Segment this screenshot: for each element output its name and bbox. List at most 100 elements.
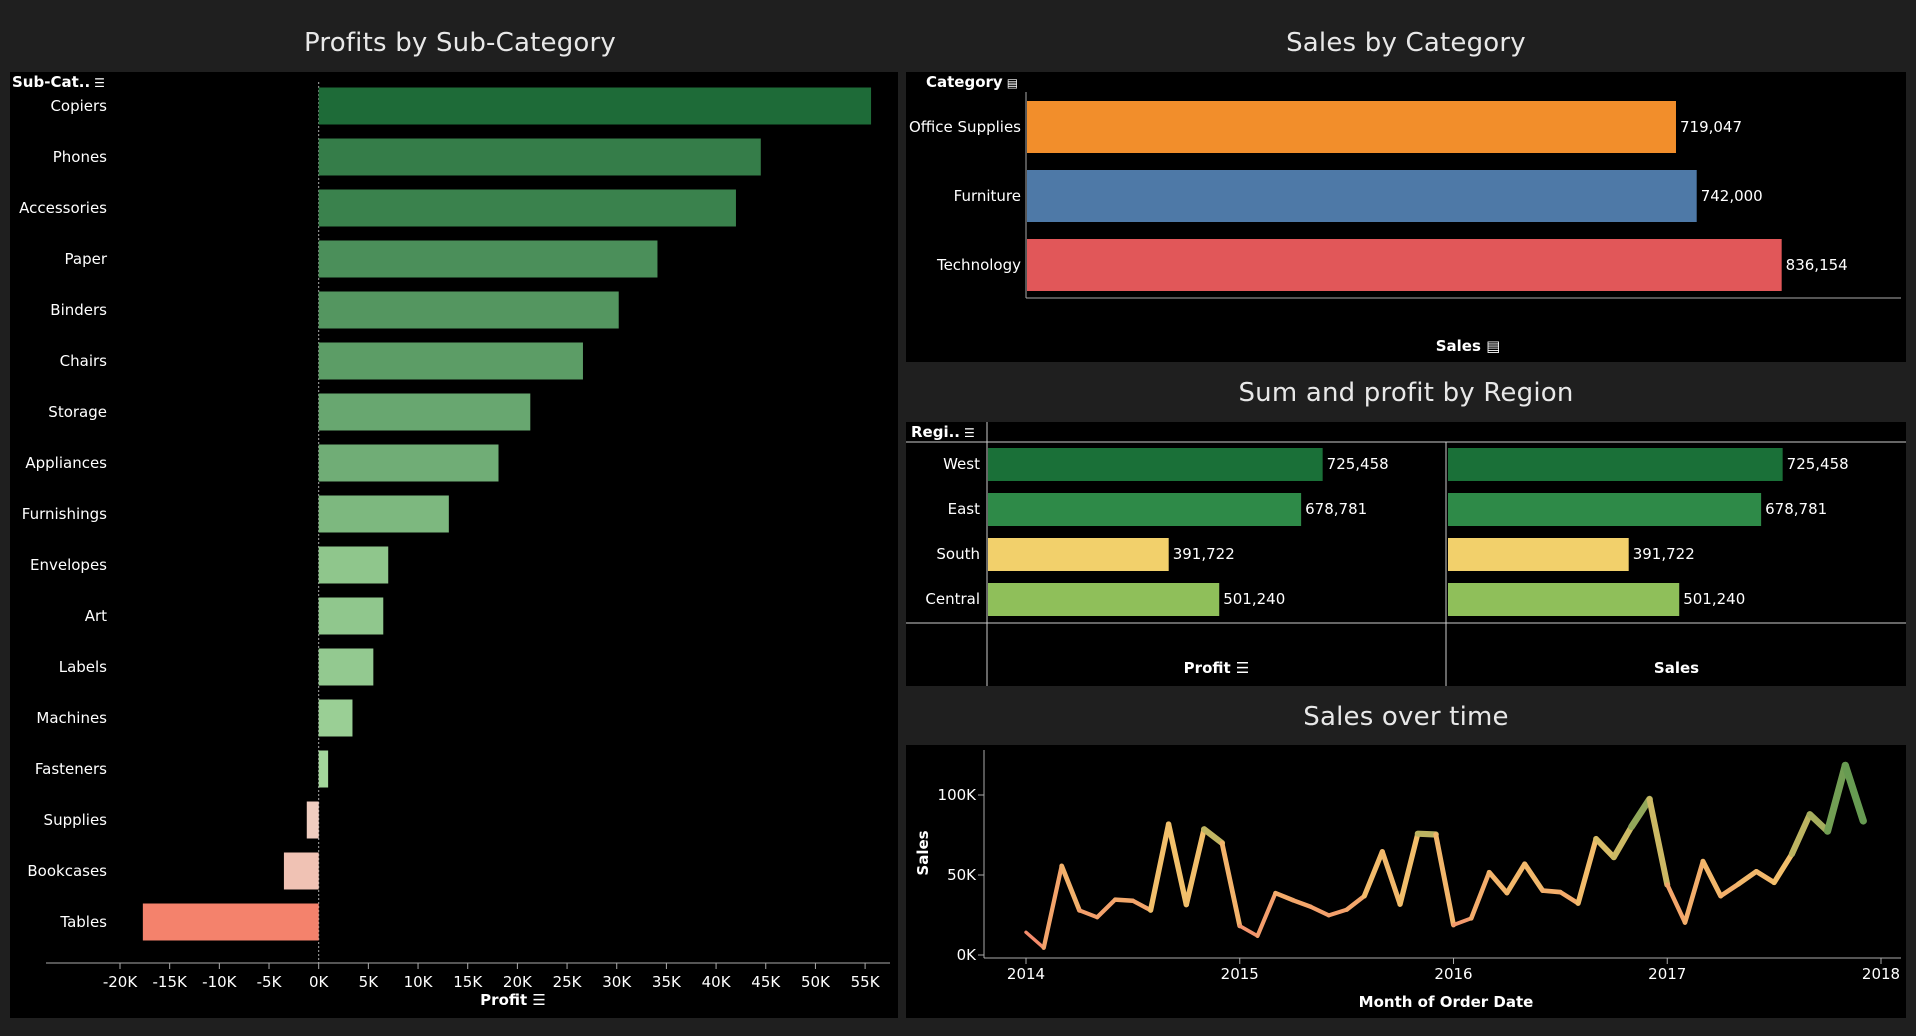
line-segment: [1558, 889, 1581, 906]
bar-supplies: [306, 801, 319, 839]
line-segment: [1397, 831, 1421, 907]
sales-line-chart: 0K 50K 100K 2014 2015 2016 2017 2018 Sales Month …: [914, 750, 1901, 1011]
line-segment: [1147, 821, 1172, 913]
line-segment: [1841, 761, 1867, 825]
line-segment: [1451, 916, 1474, 927]
y-tick-label-tables: Tables: [59, 913, 107, 931]
y-tick-label-technology: Technology: [936, 256, 1021, 274]
y-tick-label-west: West: [943, 455, 980, 473]
x-tick-label: 2014: [1007, 965, 1045, 983]
line-segment: [1379, 849, 1403, 907]
data-label-sales-east: 678,781: [1765, 500, 1827, 518]
x-tick-label: 20K: [503, 973, 533, 991]
bar-profit-west: [988, 448, 1323, 481]
line-segment: [1165, 821, 1190, 908]
line-segment: [1522, 861, 1546, 894]
bar-machines: [318, 699, 353, 737]
x-tick-label: -10K: [202, 973, 237, 991]
bar-profit-south: [988, 538, 1169, 571]
bar-sales-east: [1448, 493, 1762, 526]
bar-furniture: [1027, 170, 1697, 222]
line-segment: [1308, 904, 1331, 918]
line-segment: [1753, 868, 1777, 886]
line-segment: [1112, 897, 1136, 903]
category-panel: Category ▤ Office Supplies 719,047 Furnitur…: [906, 72, 1906, 362]
x-tick-label: 10K: [404, 973, 434, 991]
y-tick-label-labels: Labels: [59, 658, 107, 676]
bar-fasteners: [318, 750, 329, 788]
data-label-sales-west: 725,458: [1787, 455, 1849, 473]
x-tick-label: 50K: [801, 973, 831, 991]
y-tick-label: 100K: [938, 786, 978, 804]
y-tick-label-accessories: Accessories: [19, 199, 107, 217]
y-tick-label-machines: Machines: [36, 709, 107, 727]
line-segment: [1059, 863, 1082, 913]
line-segment: [1024, 930, 1046, 950]
bar-profit-central: [988, 583, 1220, 616]
data-label-profit-west: 725,458: [1327, 455, 1389, 473]
region-panel: Regi.. ☰ West East South Central 725,458 678,7…: [906, 422, 1906, 686]
line-segment: [1273, 890, 1296, 903]
y-tick-label-binders: Binders: [50, 301, 107, 319]
line-segment: [1200, 826, 1226, 847]
line-segment: [1468, 869, 1492, 921]
x-tick-label: 35K: [652, 973, 682, 991]
line-segment: [1610, 823, 1635, 861]
bar-copiers: [318, 87, 872, 125]
y-tick-label-furnishings: Furnishings: [22, 505, 107, 523]
time-chart-title: Sales over time: [1303, 702, 1509, 732]
line-segment: [1700, 858, 1724, 899]
line-segment: [1344, 893, 1367, 912]
line-segment: [1095, 897, 1118, 920]
y-tick-label-furniture: Furniture: [954, 187, 1021, 205]
x-tick-label: 5K: [359, 973, 380, 991]
data-label-sales-central: 501,240: [1683, 590, 1745, 608]
bar-sales-central: [1448, 583, 1680, 616]
x-axis-title-profit: Profit ☰: [1184, 659, 1250, 677]
x-tick-label: 45K: [751, 973, 781, 991]
category-bar-chart: Office Supplies 719,047 Furniture 742,000 Te…: [909, 92, 1901, 355]
bar-paper: [318, 240, 658, 278]
bar-sales-west: [1448, 448, 1783, 481]
y-tick-label-envelopes: Envelopes: [30, 556, 107, 574]
x-tick-label: 2017: [1648, 965, 1686, 983]
line-segment: [1433, 832, 1456, 928]
bar-tables: [142, 903, 319, 941]
line-segment: [1540, 888, 1563, 895]
y-axis-title: Sales: [914, 830, 932, 875]
line-segment: [1255, 891, 1278, 938]
profits-bar-chart: Copiers Phones Accessories Paper Binders Chai…: [19, 82, 890, 1009]
y-tick-label-central: Central: [925, 590, 980, 608]
line-segment: [1414, 830, 1439, 838]
x-tick-label: 55K: [851, 973, 881, 991]
line-segment: [1665, 882, 1688, 925]
line-segment: [1646, 796, 1671, 888]
line-segment: [1361, 849, 1385, 899]
bar-art: [318, 597, 384, 635]
bar-technology: [1027, 239, 1782, 291]
y-tick-label-chairs: Chairs: [60, 352, 108, 370]
data-label-profit-south: 391,722: [1173, 545, 1235, 563]
bar-phones: [318, 138, 761, 176]
y-tick-label: 0K: [957, 946, 978, 964]
x-tick-label: 2018: [1862, 965, 1900, 983]
bar-appliances: [318, 444, 499, 482]
data-label-sales-south: 391,722: [1633, 545, 1695, 563]
bar-labels: [318, 648, 374, 686]
y-tick-label-bookcases: Bookcases: [27, 862, 107, 880]
line-segment: [1735, 868, 1759, 887]
bar-bookcases: [283, 852, 319, 890]
data-label-profit-central: 501,240: [1223, 590, 1285, 608]
y-tick-label-appliances: Appliances: [25, 454, 107, 472]
line-segment: [1183, 826, 1207, 908]
y-tick-label-storage: Storage: [48, 403, 107, 421]
x-tick-label: 40K: [702, 973, 732, 991]
x-tick-label: -20K: [103, 973, 138, 991]
x-tick-label: 2016: [1434, 965, 1472, 983]
data-label-technology: 836,154: [1786, 256, 1848, 274]
bar-binders: [318, 291, 619, 329]
line-segment: [1237, 924, 1260, 938]
y-tick-label: 50K: [947, 866, 977, 884]
bar-accessories: [318, 189, 736, 227]
line-segment: [1326, 907, 1349, 918]
